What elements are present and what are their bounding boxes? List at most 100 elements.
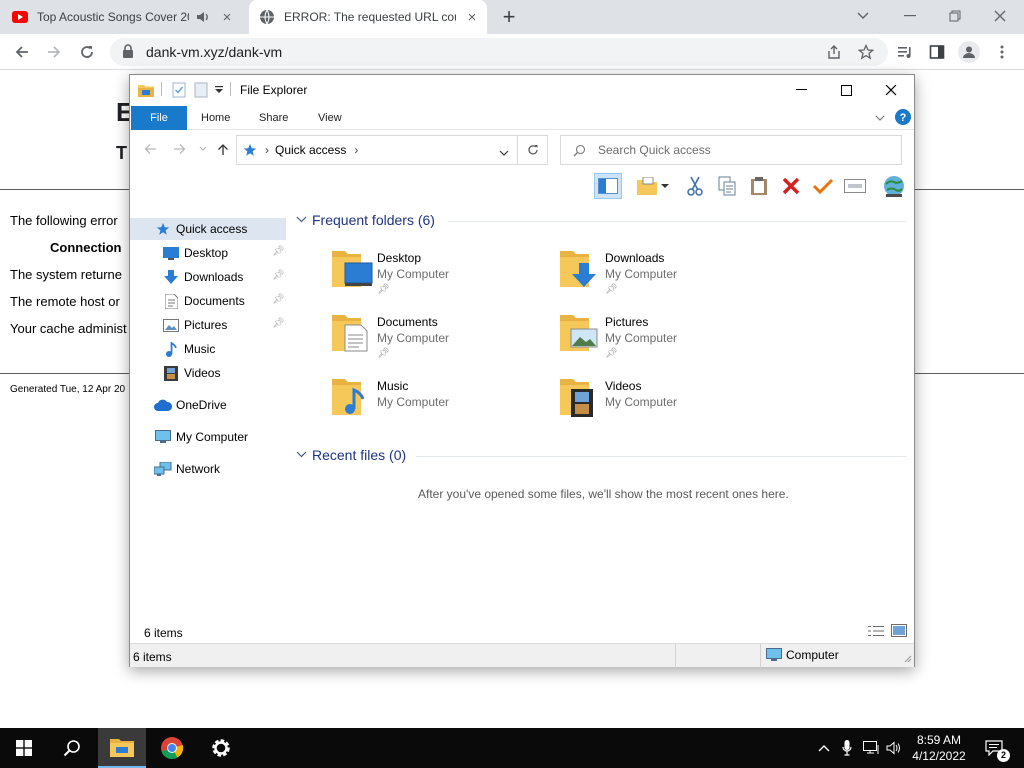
pin-icon[interactable]: 📌︎: [272, 294, 285, 306]
address-dropdown-icon[interactable]: [499, 145, 509, 159]
media-control-icon[interactable]: [895, 42, 915, 62]
ribbon-tab-view[interactable]: View: [318, 106, 342, 130]
explorer-close-icon[interactable]: [868, 75, 914, 105]
tab-error[interactable]: ERROR: The requested URL coul ×: [249, 0, 487, 34]
new-folder-icon[interactable]: [633, 173, 661, 199]
nav-desktop[interactable]: Desktop 📌︎: [130, 242, 286, 264]
recent-files-header[interactable]: Recent files (0): [296, 447, 406, 463]
nav-music[interactable]: Music: [130, 338, 286, 360]
start-windows-icon[interactable]: [0, 728, 48, 768]
notifications-icon[interactable]: 2: [982, 738, 1010, 762]
documents-icon: [162, 293, 180, 309]
reload-icon[interactable]: [75, 40, 99, 64]
new-folder-qat-icon[interactable]: [194, 82, 208, 98]
close-tab-icon[interactable]: ×: [219, 9, 235, 26]
taskbar-clock[interactable]: 8:59 AM 4/12/2022: [908, 732, 970, 764]
ribbon-tab-file[interactable]: File: [131, 106, 187, 130]
explorer-title-bar[interactable]: File Explorer: [130, 75, 914, 106]
nav-my-computer[interactable]: My Computer: [130, 426, 286, 448]
new-tab-button[interactable]: +: [498, 6, 520, 29]
show-hidden-icons-chevron-icon[interactable]: [814, 738, 834, 758]
pin-icon[interactable]: 📌︎: [605, 348, 618, 359]
network-status-icon[interactable]: [862, 738, 882, 758]
expand-ribbon-icon[interactable]: [875, 111, 885, 125]
recent-locations-icon[interactable]: [195, 141, 211, 157]
folder-documents[interactable]: Documents My Computer 📌︎: [331, 311, 551, 367]
nav-videos[interactable]: Videos: [130, 362, 286, 384]
ribbon-tab-home[interactable]: Home: [201, 106, 230, 130]
new-item-dropdown-icon[interactable]: [658, 173, 672, 199]
collapse-chevron-icon[interactable]: [296, 214, 310, 226]
pin-icon[interactable]: 📌︎: [272, 246, 285, 258]
explorer-minimize-icon[interactable]: [778, 75, 824, 105]
rename-field-icon[interactable]: [841, 173, 869, 199]
pin-icon[interactable]: 📌︎: [272, 270, 285, 282]
search-quick-access-input[interactable]: Search Quick access: [560, 135, 902, 165]
preview-pane-icon[interactable]: [594, 173, 622, 199]
menu-kebab-icon[interactable]: [992, 42, 1012, 62]
computer-monitor-icon: [154, 429, 172, 445]
taskbar-file-explorer-icon[interactable]: [98, 728, 146, 768]
speaker-icon[interactable]: [195, 9, 211, 25]
large-icons-view-icon[interactable]: [891, 624, 907, 640]
nav-network[interactable]: Network: [130, 458, 286, 480]
folder-music[interactable]: Music My Computer: [331, 375, 551, 431]
network-globe-icon[interactable]: [880, 173, 908, 199]
volume-speaker-icon[interactable]: [884, 738, 904, 758]
folder-pictures[interactable]: Pictures My Computer 📌︎: [559, 311, 779, 367]
tab-title: Top Acoustic Songs Cover 20: [37, 10, 189, 24]
properties-icon[interactable]: [172, 82, 186, 98]
side-panel-icon[interactable]: [927, 42, 947, 62]
close-window-icon[interactable]: [988, 5, 1012, 27]
pin-icon[interactable]: 📌︎: [605, 284, 618, 295]
microphone-icon[interactable]: [837, 738, 857, 758]
pin-icon[interactable]: 📌︎: [377, 348, 390, 359]
help-icon[interactable]: ?: [895, 109, 913, 127]
collapse-chevron-icon[interactable]: [296, 449, 310, 461]
customize-qat-icon[interactable]: [214, 82, 224, 98]
taskbar-search-icon[interactable]: [48, 728, 96, 768]
pin-icon[interactable]: 📌︎: [272, 318, 285, 330]
tab-search-icon[interactable]: [851, 5, 875, 27]
nav-pictures[interactable]: Pictures 📌︎: [130, 314, 286, 336]
nav-quick-access[interactable]: Quick access: [130, 218, 286, 240]
details-view-icon[interactable]: [868, 625, 884, 640]
explorer-maximize-icon[interactable]: [823, 75, 869, 105]
back-arrow-icon[interactable]: [10, 40, 34, 64]
ribbon-tab-share[interactable]: Share: [259, 106, 288, 130]
bookmark-star-icon[interactable]: [856, 42, 876, 62]
cut-icon[interactable]: [681, 173, 709, 199]
taskbar-settings-gear-icon[interactable]: [197, 728, 245, 768]
address-path[interactable]: Quick access: [275, 143, 346, 157]
breadcrumb-chevron-icon[interactable]: ›: [354, 143, 358, 157]
address-bar[interactable]: dank-vm.xyz/dank-vm: [110, 38, 888, 66]
frequent-folders-header[interactable]: Frequent folders (6): [296, 212, 435, 228]
close-tab-icon[interactable]: ×: [464, 9, 480, 26]
lock-icon[interactable]: [122, 43, 134, 61]
minimize-icon[interactable]: [898, 5, 922, 27]
nav-onedrive[interactable]: OneDrive: [130, 394, 286, 416]
paste-icon[interactable]: [745, 173, 773, 199]
resize-grip-icon[interactable]: [902, 652, 912, 666]
pin-icon[interactable]: 📌︎: [377, 284, 390, 295]
restore-icon[interactable]: [943, 5, 967, 27]
copy-icon[interactable]: [713, 173, 741, 199]
share-icon[interactable]: [824, 42, 844, 62]
explorer-refresh-icon[interactable]: [518, 135, 548, 165]
profile-avatar-icon[interactable]: [958, 41, 980, 63]
nav-downloads[interactable]: Downloads 📌︎: [130, 266, 286, 288]
taskbar-chrome-icon[interactable]: [148, 728, 196, 768]
nav-documents[interactable]: Documents 📌︎: [130, 290, 286, 312]
folder-videos[interactable]: Videos My Computer: [559, 375, 779, 431]
delete-icon[interactable]: [777, 173, 805, 199]
folder-downloads[interactable]: Downloads My Computer 📌︎: [559, 247, 779, 303]
explorer-address-box[interactable]: › Quick access ›: [236, 135, 518, 165]
explorer-forward-icon[interactable]: [171, 141, 187, 157]
rename-checkmark-icon[interactable]: [809, 173, 837, 199]
explorer-back-icon[interactable]: [142, 141, 158, 157]
up-arrow-icon[interactable]: [215, 141, 231, 157]
forward-arrow-icon[interactable]: [42, 40, 66, 64]
folder-desktop[interactable]: Desktop My Computer 📌︎: [331, 247, 551, 303]
explorer-app-icon[interactable]: [138, 82, 154, 98]
tab-youtube[interactable]: Top Acoustic Songs Cover 20 ×: [12, 0, 248, 34]
